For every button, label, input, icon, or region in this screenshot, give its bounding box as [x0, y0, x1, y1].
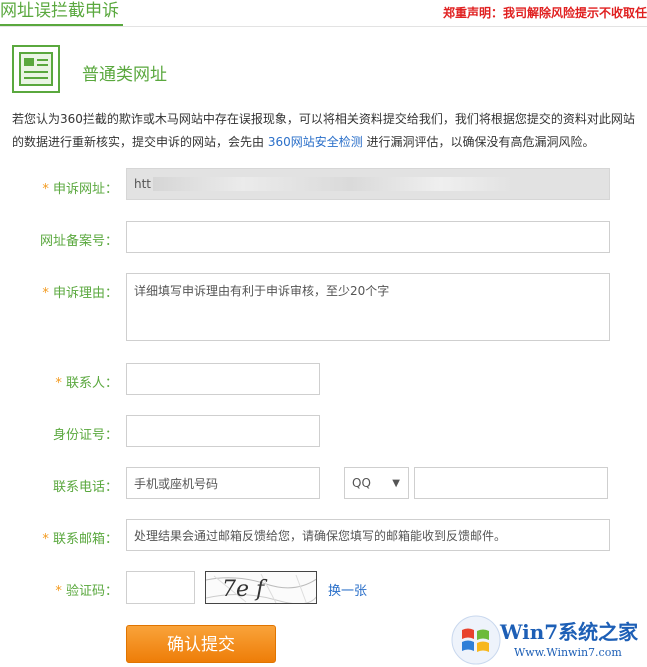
captcha-label-text: 验证码：	[65, 584, 118, 599]
captcha-text: 7e f	[222, 577, 268, 602]
intro-text-after: 进行漏洞评估，以确保没有高危漏洞风险。	[362, 135, 595, 149]
reason-placeholder: 详细填写申诉理由有利于申诉审核，至少20个字	[134, 284, 390, 298]
appeal-url-value: htt	[134, 177, 152, 191]
contact-name-input[interactable]	[126, 363, 320, 395]
submit-button[interactable]: 确认提交	[126, 625, 276, 663]
required-star: *	[42, 286, 49, 301]
caret-down-icon: ▼	[392, 478, 400, 489]
icp-number-input[interactable]	[126, 221, 610, 253]
security-check-link[interactable]: 360网站安全检测	[268, 135, 363, 149]
captcha-image[interactable]: 7e f	[205, 571, 317, 604]
redacted-url-blur	[153, 177, 514, 191]
contact-label: * 联系人：	[20, 372, 118, 391]
idcard-input[interactable]	[126, 415, 320, 447]
watermark-url: Www.Winwin7.com	[514, 646, 622, 659]
url-label-text: 申诉网址：	[52, 182, 118, 197]
document-icon	[12, 45, 60, 93]
email-placeholder: 处理结果会通过邮箱反馈给您，请确保您填写的邮箱能收到反馈邮件。	[134, 528, 507, 543]
captcha-label: * 验证码：	[20, 580, 118, 599]
site-watermark: Win7系统之家 Www.Winwin7.com	[448, 612, 647, 667]
watermark-brand: Win7系统之家	[500, 620, 639, 644]
appeal-url-field[interactable]: htt	[126, 168, 610, 200]
required-star: *	[42, 532, 49, 547]
email-input[interactable]: 处理结果会通过邮箱反馈给您，请确保您填写的邮箱能收到反馈邮件。	[126, 519, 610, 551]
im-type-value: QQ	[352, 476, 371, 490]
phone-placeholder: 手机或座机号码	[134, 476, 219, 491]
captcha-input[interactable]	[126, 571, 195, 604]
required-star: *	[55, 584, 62, 599]
email-label-text: 联系邮箱：	[52, 532, 118, 547]
idcard-label: 身份证号：	[52, 428, 118, 443]
refresh-captcha-link[interactable]: 换一张	[328, 580, 367, 599]
phone-input[interactable]: 手机或座机号码	[126, 467, 320, 499]
icp-label: 网址备案号：	[39, 234, 118, 249]
im-account-input[interactable]	[414, 467, 608, 499]
required-star: *	[55, 376, 62, 391]
reason-textarea[interactable]: 详细填写申诉理由有利于申诉审核，至少20个字	[126, 273, 610, 341]
page-title: 网址误拦截申诉	[0, 0, 123, 26]
reason-label: * 申诉理由：	[20, 282, 118, 301]
url-label: * 申诉网址：	[20, 178, 118, 197]
captcha-graphic: 7e f	[206, 573, 316, 603]
page-header: 网址误拦截申诉 郑重声明：我司解除风险提示不收取任	[0, 0, 647, 27]
section-title: 普通类网址	[82, 65, 167, 85]
intro-text: 若您认为360拦截的欺诈或木马网站中存在误报现象，可以将相关资料提交给我们，我们…	[12, 108, 637, 154]
email-label: * 联系邮箱：	[20, 528, 118, 547]
im-type-select[interactable]: QQ ▼	[344, 467, 409, 499]
phone-label: 联系电话：	[52, 480, 118, 495]
contact-label-text: 联系人：	[65, 376, 118, 391]
windows-logo-icon	[451, 615, 501, 665]
reason-label-text: 申诉理由：	[52, 286, 118, 301]
required-star: *	[42, 182, 49, 197]
disclaimer-notice: 郑重声明：我司解除风险提示不收取任	[442, 6, 647, 20]
